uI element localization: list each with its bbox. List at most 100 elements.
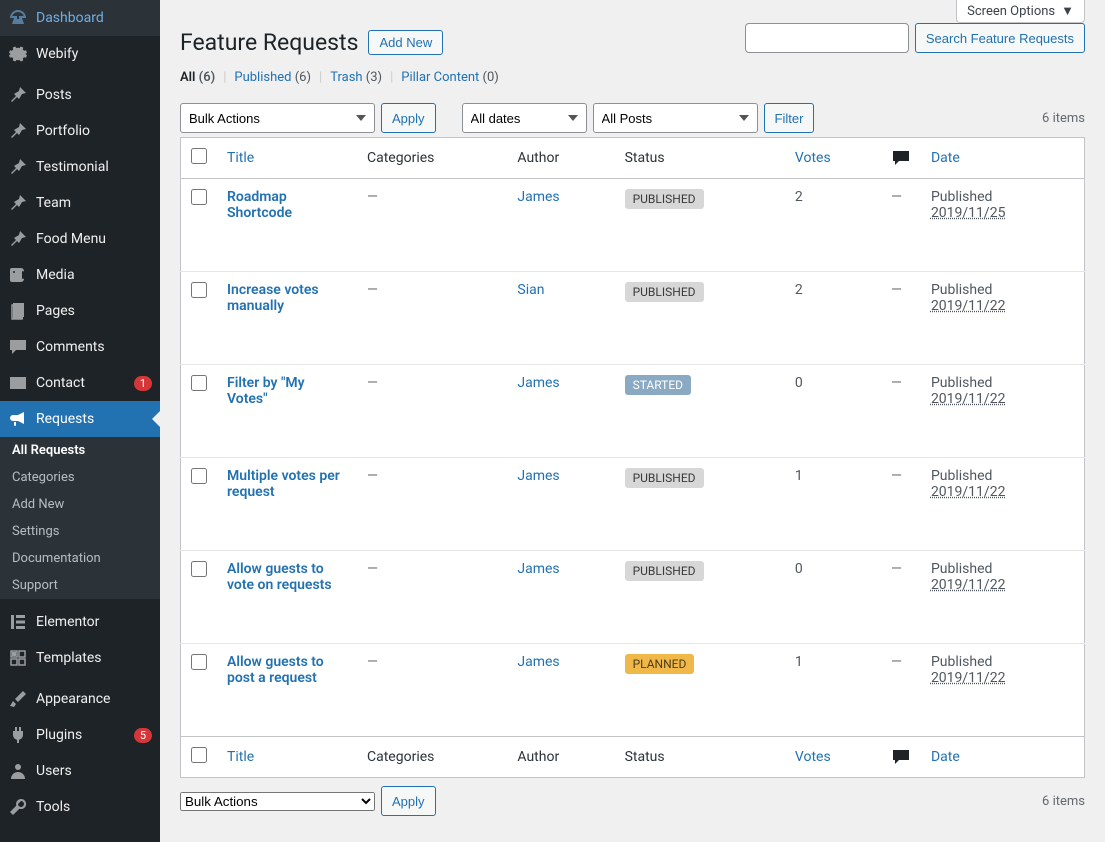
row-author-link[interactable]: James (517, 654, 559, 670)
main-content: Screen Options ▼ Feature Requests Add Ne… (160, 0, 1105, 842)
row-title-link[interactable]: Filter by "My Votes" (227, 375, 305, 407)
row-title-link[interactable]: Increase votes manually (227, 282, 319, 314)
screen-options-toggle[interactable]: Screen Options ▼ (956, 0, 1085, 23)
sidebar-item-appearance[interactable]: Appearance (0, 681, 160, 717)
row-checkbox[interactable] (191, 468, 207, 484)
sidebar-item-posts[interactable]: Posts (0, 77, 160, 113)
screen-options-label: Screen Options (967, 4, 1055, 19)
post-filter-select[interactable]: All Posts (593, 103, 758, 133)
row-votes: 0 (785, 365, 881, 458)
filter-pillar[interactable]: Pillar Content (0) (401, 70, 499, 85)
mail-icon (8, 373, 28, 393)
select-all-checkbox[interactable] (191, 148, 207, 164)
date-filter-select[interactable]: All dates (462, 103, 587, 133)
submenu-item-support[interactable]: Support (0, 572, 160, 599)
badge: 1 (134, 376, 152, 391)
row-date: 2019/11/22 (931, 670, 1006, 686)
col-title[interactable]: Title (217, 138, 357, 179)
submenu-item-settings[interactable]: Settings (0, 518, 160, 545)
sidebar-item-plugins[interactable]: Plugins5 (0, 717, 160, 753)
col-comments[interactable] (881, 138, 921, 179)
col-votes-foot[interactable]: Votes (785, 737, 881, 778)
sidebar-item-templates[interactable]: Templates (0, 640, 160, 676)
apply-bulk-button-bottom[interactable]: Apply (381, 786, 436, 816)
sidebar-item-pages[interactable]: Pages (0, 293, 160, 329)
sidebar-item-dashboard[interactable]: Dashboard (0, 0, 160, 36)
search-input[interactable] (745, 23, 909, 53)
filter-all[interactable]: All (6) (180, 70, 215, 85)
row-author-link[interactable]: Sian (517, 282, 544, 298)
submenu: All RequestsCategoriesAdd NewSettingsDoc… (0, 437, 160, 599)
row-pub-label: Published (931, 282, 1074, 298)
submenu-item-add-new[interactable]: Add New (0, 491, 160, 518)
row-categories: — (367, 375, 378, 391)
row-votes: 2 (785, 272, 881, 365)
row-author-link[interactable]: James (517, 375, 559, 391)
submenu-item-all-requests[interactable]: All Requests (0, 437, 160, 464)
row-title-link[interactable]: Allow guests to post a request (227, 654, 324, 686)
row-date: 2019/11/22 (931, 577, 1006, 593)
row-author-link[interactable]: James (517, 561, 559, 577)
row-checkbox[interactable] (191, 375, 207, 391)
row-comments: — (891, 561, 902, 577)
table-row: Multiple votes per request — James PUBLI… (181, 458, 1085, 551)
row-title-link[interactable]: Roadmap Shortcode (227, 189, 292, 221)
col-votes[interactable]: Votes (785, 138, 881, 179)
apply-bulk-button[interactable]: Apply (381, 103, 436, 133)
table-row: Allow guests to post a request — James P… (181, 644, 1085, 737)
status-badge: PUBLISHED (625, 282, 704, 302)
sidebar-item-media[interactable]: Media (0, 257, 160, 293)
col-comments-foot[interactable] (881, 737, 921, 778)
sidebar-item-users[interactable]: Users (0, 753, 160, 789)
sidebar-item-comments[interactable]: Comments (0, 329, 160, 365)
row-comments: — (891, 189, 902, 205)
status-badge: PLANNED (625, 654, 695, 674)
row-pub-label: Published (931, 468, 1074, 484)
row-checkbox[interactable] (191, 282, 207, 298)
sidebar-item-requests[interactable]: Requests (0, 401, 160, 437)
sidebar-item-label: Plugins (36, 727, 130, 743)
pin-icon (8, 157, 28, 177)
row-title-link[interactable]: Multiple votes per request (227, 468, 340, 500)
sidebar-item-testimonial[interactable]: Testimonial (0, 149, 160, 185)
row-checkbox[interactable] (191, 561, 207, 577)
filter-button[interactable]: Filter (764, 103, 815, 133)
row-checkbox[interactable] (191, 654, 207, 670)
sidebar-item-label: Food Menu (36, 231, 152, 247)
submenu-item-documentation[interactable]: Documentation (0, 545, 160, 572)
col-date[interactable]: Date (921, 138, 1085, 179)
table-row: Allow guests to vote on requests — James… (181, 551, 1085, 644)
row-date: 2019/11/25 (931, 205, 1006, 221)
sidebar-item-label: Webify (36, 46, 152, 62)
sidebar-item-elementor[interactable]: Elementor (0, 604, 160, 640)
submenu-item-categories[interactable]: Categories (0, 464, 160, 491)
bulk-actions-select-bottom[interactable]: Bulk Actions (180, 792, 375, 811)
col-title-foot[interactable]: Title (217, 737, 357, 778)
row-checkbox[interactable] (191, 189, 207, 205)
filter-published[interactable]: Published (6) (234, 70, 311, 85)
sidebar-item-contact[interactable]: Contact 1 (0, 365, 160, 401)
sidebar-item-portfolio[interactable]: Portfolio (0, 113, 160, 149)
row-categories: — (367, 468, 378, 484)
sidebar-item-tools[interactable]: Tools (0, 789, 160, 825)
sidebar-item-team[interactable]: Team (0, 185, 160, 221)
pin-icon (8, 121, 28, 141)
row-title-link[interactable]: Allow guests to vote on requests (227, 561, 332, 593)
row-author-link[interactable]: James (517, 189, 559, 205)
search-button[interactable]: Search Feature Requests (915, 23, 1085, 53)
sidebar-item-food-menu[interactable]: Food Menu (0, 221, 160, 257)
col-date-foot[interactable]: Date (921, 737, 1085, 778)
select-all-checkbox-foot[interactable] (191, 747, 207, 763)
add-new-button[interactable]: Add New (368, 30, 443, 55)
filter-trash[interactable]: Trash (3) (330, 70, 382, 85)
sidebar-item-label: Elementor (36, 614, 152, 630)
row-pub-label: Published (931, 375, 1074, 391)
sidebar-item-label: Contact (36, 375, 130, 391)
sidebar-item-label: Comments (36, 339, 152, 355)
row-author-link[interactable]: James (517, 468, 559, 484)
sidebar-item-webify[interactable]: Webify (0, 36, 160, 72)
sidebar-item-label: Portfolio (36, 123, 152, 139)
sidebar-item-label: Team (36, 195, 152, 211)
bulk-actions-select[interactable]: Bulk Actions (180, 103, 375, 133)
comment-icon (8, 337, 28, 357)
